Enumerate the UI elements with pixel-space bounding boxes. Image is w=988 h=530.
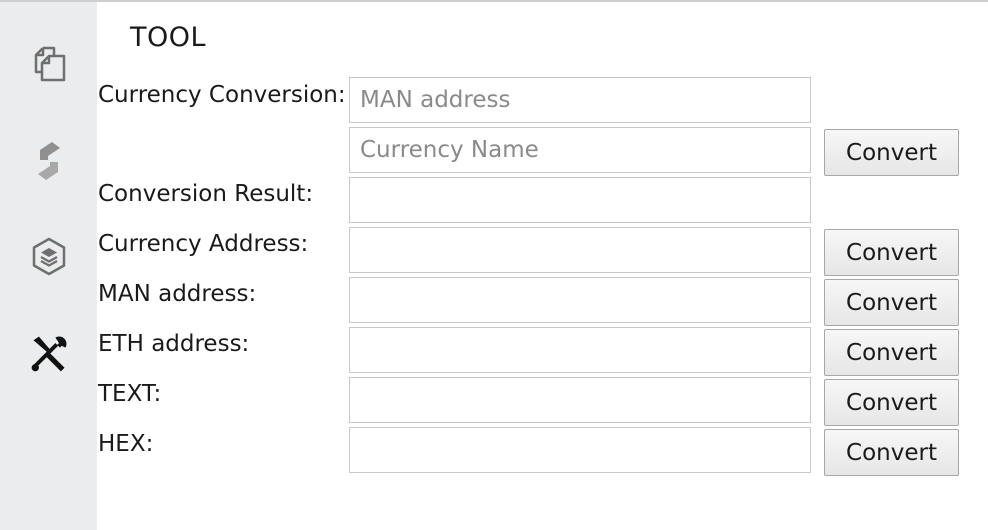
main-panel: TOOL Currency Conversion: Convert Conver… (97, 2, 988, 530)
layers-icon[interactable] (28, 236, 70, 278)
text-field[interactable] (349, 377, 811, 423)
page-title: TOOL (130, 22, 207, 53)
man-address-label: MAN address: (98, 281, 257, 307)
swap-icon[interactable] (28, 140, 70, 182)
conversion-result-field[interactable] (349, 177, 811, 223)
man-address-field[interactable] (349, 277, 811, 323)
convert-currency-button[interactable]: Convert (824, 129, 959, 176)
convert-eth-address-button[interactable]: Convert (824, 329, 959, 376)
convert-text-button[interactable]: Convert (824, 379, 959, 426)
currency-address-input[interactable] (349, 227, 811, 273)
man-address-input[interactable] (349, 77, 811, 123)
currency-conversion-label: Currency Conversion: (98, 82, 346, 108)
text-label: TEXT: (98, 381, 162, 407)
copy-icon[interactable] (28, 44, 70, 86)
conversion-result-label: Conversion Result: (98, 181, 314, 207)
currency-address-label: Currency Address: (98, 231, 309, 257)
currency-name-input[interactable] (349, 127, 811, 173)
convert-hex-button[interactable]: Convert (824, 429, 959, 476)
sidebar (0, 2, 97, 530)
convert-currency-address-button[interactable]: Convert (824, 229, 959, 276)
eth-address-label: ETH address: (98, 331, 250, 357)
hex-field[interactable] (349, 427, 811, 473)
convert-man-address-button[interactable]: Convert (824, 279, 959, 326)
eth-address-field[interactable] (349, 327, 811, 373)
hex-label: HEX: (98, 431, 154, 457)
tools-icon[interactable] (28, 333, 70, 375)
